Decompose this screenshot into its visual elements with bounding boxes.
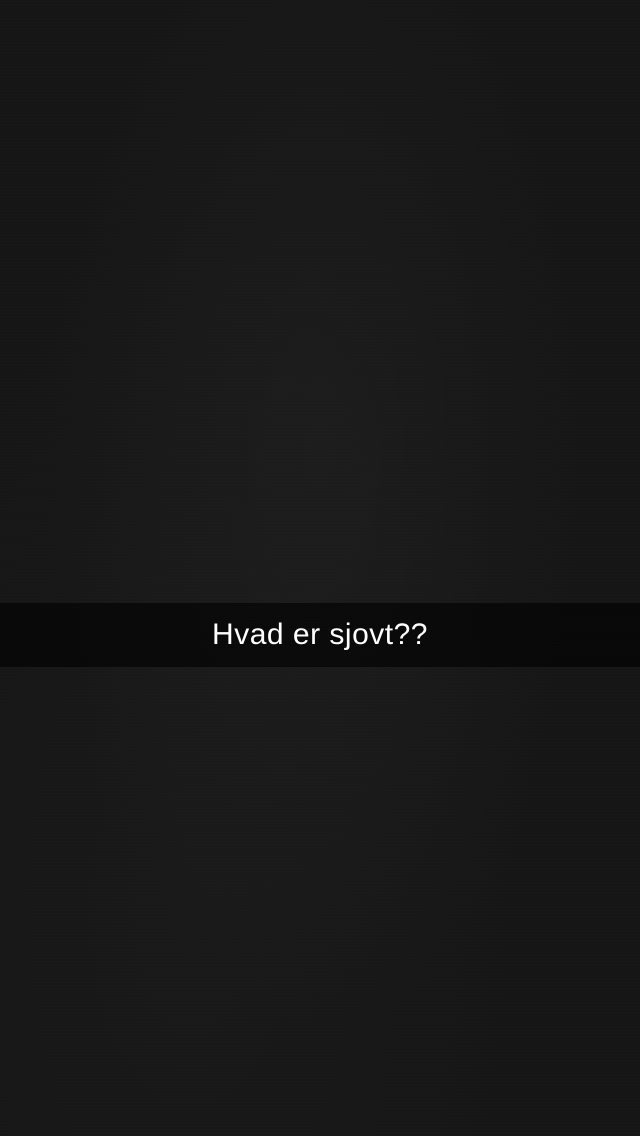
photo-background — [0, 0, 640, 1136]
caption-text: Hvad er sjovt?? — [212, 618, 428, 651]
caption-bar[interactable]: Hvad er sjovt?? — [0, 603, 640, 667]
snap-photo[interactable]: Hvad er sjovt?? — [0, 0, 640, 1136]
